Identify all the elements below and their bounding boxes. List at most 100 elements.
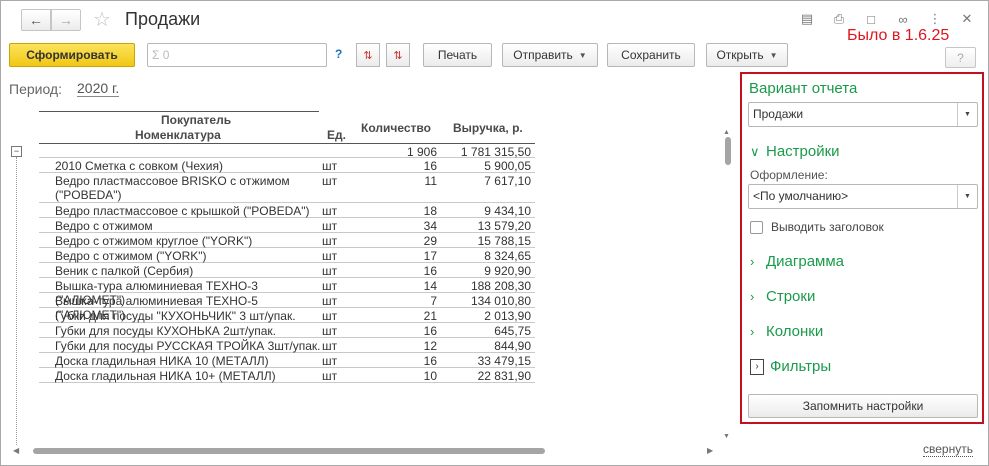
more-icon[interactable]: ⋮ xyxy=(924,9,946,29)
favorite-star-icon[interactable]: ☆ xyxy=(93,7,111,32)
row-quantity: 14 xyxy=(423,279,437,293)
title-bar: ← → ☆ Продажи ▤ ⎙ □ ∞ ⋮ ✕ xyxy=(1,1,988,41)
search-help-icon[interactable]: ? xyxy=(335,47,342,61)
forward-button[interactable]: → xyxy=(51,9,81,31)
sort-ascending-button[interactable]: ⇅ xyxy=(356,43,380,67)
group-collapse-toggle[interactable]: − xyxy=(11,146,22,157)
row-revenue: 645,75 xyxy=(494,324,531,338)
section-columns[interactable]: › Колонки xyxy=(750,323,823,340)
chevron-down-icon[interactable]: ▼ xyxy=(957,103,977,126)
row-revenue: 13 579,20 xyxy=(477,219,531,233)
row-revenue: 33 479,15 xyxy=(477,354,531,368)
row-nomenclature: Ведро пластмассовое BRISKO с отжимом ("P… xyxy=(55,174,290,202)
row-revenue: 8 324,65 xyxy=(484,249,531,263)
minimize-icon[interactable]: □ xyxy=(860,9,882,29)
row-quantity: 29 xyxy=(423,234,437,248)
scroll-up-icon[interactable]: ▲ xyxy=(723,129,730,136)
table-row[interactable]: Вышка-тура алюминиевая ТЕХНО-3 ("АЛЮМЕТ"… xyxy=(39,278,535,307)
design-label: Оформление: xyxy=(750,168,828,182)
table-row[interactable]: Вышка-тура алюминиевая ТЕХНО-5 ("АЛЮМЕТ"… xyxy=(39,293,535,322)
header-nomenclature: Номенклатура xyxy=(135,128,221,142)
chevron-right-icon: › xyxy=(750,289,755,304)
row-quantity: 18 xyxy=(423,204,437,218)
section-filters-label: Фильтры xyxy=(770,358,832,375)
open-button-label: Открыть xyxy=(716,48,764,62)
show-title-option[interactable]: Выводить заголовок xyxy=(750,220,884,234)
variant-select-value: Продажи xyxy=(753,107,804,121)
table-row[interactable]: Ведро с отжимом шт 34 13 579,20 xyxy=(39,218,535,233)
section-chart[interactable]: › Диаграмма xyxy=(750,253,844,270)
print-button[interactable]: Печать xyxy=(423,43,492,67)
section-settings[interactable]: ∨ Настройки xyxy=(750,143,840,160)
vertical-scrollbar[interactable]: ▲ ▼ xyxy=(723,129,733,445)
row-revenue: 7 617,10 xyxy=(484,174,531,188)
period-link[interactable]: 2020 г. xyxy=(77,81,120,97)
toolbar: Сформировать Σ 0 ? ⇅ ⇅ Печать Отправить ▼… xyxy=(1,41,788,69)
table-row[interactable]: Ведро пластмассовое с крышкой ("POBEDA")… xyxy=(39,203,535,218)
row-revenue: 2 013,90 xyxy=(484,309,531,323)
row-quantity: 16 xyxy=(423,264,437,278)
section-chart-label: Диаграмма xyxy=(766,253,845,270)
row-nomenclature: Губки для посуды "КУХОНЬЧИК" 3 шт/упак. xyxy=(55,309,296,323)
collapse-link[interactable]: свернуть xyxy=(923,443,973,457)
help-button[interactable]: ? xyxy=(945,47,976,68)
horizontal-scrollbar[interactable]: ◀ ▶ xyxy=(13,446,715,456)
section-settings-label: Настройки xyxy=(766,143,840,160)
variant-select[interactable]: Продажи ▼ xyxy=(748,102,978,127)
row-unit: шт xyxy=(322,354,338,368)
row-nomenclature: Ведро пластмассовое с крышкой ("POBEDA") xyxy=(55,204,310,218)
row-nomenclature: Доска гладильная НИКА 10 (МЕТАЛЛ) xyxy=(55,354,269,368)
link-icon[interactable]: ∞ xyxy=(892,9,914,29)
row-quantity: 7 xyxy=(430,294,437,308)
table-row[interactable]: 2010 Сметка с совком (Чехия) шт 16 5 900,05 xyxy=(39,158,535,173)
print-preview-icon[interactable]: ▤ xyxy=(796,9,818,29)
table-row[interactable]: Ведро пластмассовое BRISKO с отжимом ("P… xyxy=(39,173,535,203)
scroll-down-icon[interactable]: ▼ xyxy=(723,433,730,440)
row-nomenclature: Губки для посуды КУХОНЬКА 2шт/упак. xyxy=(55,324,277,338)
chevron-down-icon: ∨ xyxy=(750,144,760,159)
report-header: Покупатель Номенклатура Ед. Количество В… xyxy=(39,109,535,143)
table-row[interactable]: Доска гладильная НИКА 10+ (МЕТАЛЛ) шт 10 22… xyxy=(39,368,535,383)
section-filters[interactable]: › Фильтры xyxy=(750,358,832,376)
row-nomenclature: Ведро с отжимом ("YORK") xyxy=(55,249,207,263)
printer-icon[interactable]: ⎙ xyxy=(828,9,850,29)
table-row[interactable]: Губки для посуды РУССКАЯ ТРОЙКА 3шт/упак… xyxy=(39,338,535,353)
close-icon[interactable]: ✕ xyxy=(956,9,978,29)
generate-button[interactable]: Сформировать xyxy=(9,43,135,67)
row-quantity: 16 xyxy=(423,354,437,368)
row-unit: шт xyxy=(322,174,338,188)
design-select[interactable]: <По умолчанию> ▼ xyxy=(748,184,978,209)
sort-descending-button[interactable]: ⇅ xyxy=(386,43,410,67)
version-note: Было в 1.6.25 xyxy=(847,27,950,44)
horizontal-scroll-thumb[interactable] xyxy=(33,448,545,454)
page-title: Продажи xyxy=(125,9,201,29)
period-label: Период: xyxy=(9,81,62,97)
send-button[interactable]: Отправить ▼ xyxy=(502,43,598,67)
row-unit: шт xyxy=(322,264,338,278)
table-row[interactable]: Ведро с отжимом ("YORK") шт 17 8 324,65 xyxy=(39,248,535,263)
section-rows[interactable]: › Строки xyxy=(750,288,815,305)
save-button[interactable]: Сохранить xyxy=(607,43,695,67)
row-quantity: 16 xyxy=(423,159,437,173)
table-row[interactable]: Ведро с отжимом круглое ("YORK") шт 29 15 7… xyxy=(39,233,535,248)
scroll-right-icon[interactable]: ▶ xyxy=(707,446,713,455)
chevron-down-icon[interactable]: ▼ xyxy=(957,185,977,208)
vertical-scroll-thumb[interactable] xyxy=(725,137,731,165)
row-revenue: 9 920,90 xyxy=(484,264,531,278)
open-button[interactable]: Открыть ▼ xyxy=(706,43,788,67)
header-rule xyxy=(39,111,319,112)
show-title-label: Выводить заголовок xyxy=(771,220,884,234)
show-title-checkbox[interactable] xyxy=(750,220,763,234)
row-quantity: 11 xyxy=(424,174,437,188)
table-row[interactable]: Губки для посуды КУХОНЬКА 2шт/упак. шт 16 6… xyxy=(39,323,535,338)
row-revenue: 844,90 xyxy=(494,339,531,353)
search-input[interactable]: Σ 0 xyxy=(147,43,327,67)
scroll-left-icon[interactable]: ◀ xyxy=(13,446,19,455)
send-button-label: Отправить xyxy=(513,48,573,62)
table-row[interactable]: Доска гладильная НИКА 10 (МЕТАЛЛ) шт 16 33 … xyxy=(39,353,535,368)
chevron-right-icon: › xyxy=(750,324,755,339)
save-settings-button[interactable]: Запомнить настройки xyxy=(748,394,978,418)
table-row[interactable]: Веник с палкой (Сербия) шт 16 9 920,90 xyxy=(39,263,535,278)
back-button[interactable]: ← xyxy=(21,9,51,31)
table-row[interactable]: Губки для посуды "КУХОНЬЧИК" 3 шт/упак. ш… xyxy=(39,308,535,323)
